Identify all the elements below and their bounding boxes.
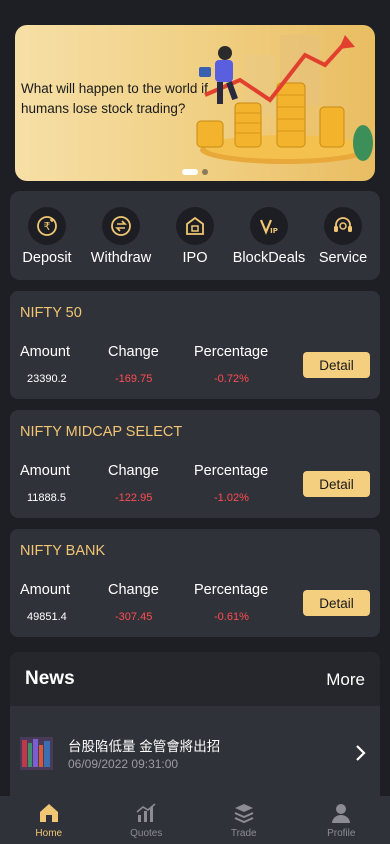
tab-label: Profile bbox=[327, 828, 356, 839]
news-title: News bbox=[25, 668, 75, 689]
percentage-header: Percentage bbox=[194, 463, 269, 479]
quick-item-service[interactable]: Service bbox=[307, 207, 379, 266]
change-header: Change bbox=[108, 463, 159, 479]
tab-label: Quotes bbox=[130, 828, 163, 839]
user-icon bbox=[332, 804, 351, 823]
bottom-tab-bar: Home Quotes Trade Profile bbox=[0, 796, 390, 844]
vip-icon: IP bbox=[250, 207, 288, 245]
change-value: -307.45 bbox=[115, 611, 153, 623]
news-more-link[interactable]: More bbox=[326, 670, 365, 690]
percentage-header: Percentage bbox=[194, 582, 269, 598]
change-header: Change bbox=[108, 344, 159, 360]
tab-trade[interactable]: Trade bbox=[195, 796, 293, 844]
amount-value: 49851.4 bbox=[27, 611, 67, 623]
svg-text:₹: ₹ bbox=[44, 220, 51, 233]
amount-value: 11888.5 bbox=[27, 492, 66, 504]
news-thumbnail bbox=[20, 737, 53, 770]
quick-item-label: Deposit bbox=[22, 250, 72, 266]
banner-pagination bbox=[15, 169, 375, 175]
quick-menu: ₹ Deposit Withdraw IPO IP BlockDeals Ser… bbox=[10, 191, 380, 280]
percentage-header: Percentage bbox=[194, 344, 269, 360]
quick-item-blockdeals[interactable]: IP BlockDeals bbox=[233, 207, 305, 266]
index-card-nifty-bank: NIFTY BANK Amount Change Percentage 4985… bbox=[10, 529, 380, 637]
index-name: NIFTY MIDCAP SELECT bbox=[20, 424, 183, 440]
amount-value: 23390.2 bbox=[27, 373, 67, 385]
percentage-value: -0.61% bbox=[214, 611, 249, 623]
withdraw-icon bbox=[102, 207, 140, 245]
deposit-icon: ₹ bbox=[28, 207, 66, 245]
index-name: NIFTY BANK bbox=[20, 543, 106, 559]
ipo-icon bbox=[176, 207, 214, 245]
promo-banner[interactable]: What will happen to the world if humans … bbox=[15, 25, 375, 181]
percentage-value: -0.72% bbox=[214, 373, 249, 385]
quick-item-label: Service bbox=[318, 250, 368, 266]
tab-label: Home bbox=[35, 828, 63, 839]
detail-button[interactable]: Detail bbox=[303, 590, 370, 616]
amount-header: Amount bbox=[20, 463, 70, 479]
index-name: NIFTY 50 bbox=[20, 305, 82, 321]
tab-quotes[interactable]: Quotes bbox=[98, 796, 196, 844]
chevron-right-icon bbox=[356, 745, 366, 761]
quick-item-label: BlockDeals bbox=[232, 250, 306, 266]
news-list-item[interactable]: 台股陷低量 金管會將出招 06/09/2022 09:31:00 bbox=[10, 706, 380, 796]
stock-illustration bbox=[196, 35, 373, 164]
quick-item-deposit[interactable]: ₹ Deposit bbox=[11, 207, 83, 266]
change-value: -169.75 bbox=[115, 373, 153, 385]
tab-label: Trade bbox=[230, 828, 257, 839]
news-headline: 台股陷低量 金管會將出招 bbox=[68, 739, 221, 754]
detail-button[interactable]: Detail bbox=[303, 471, 370, 497]
tab-profile[interactable]: Profile bbox=[293, 796, 390, 844]
change-value: -122.95 bbox=[115, 492, 153, 504]
amount-header: Amount bbox=[20, 582, 70, 598]
layers-icon bbox=[234, 804, 254, 824]
index-card-nifty-50: NIFTY 50 Amount Change Percentage 23390.… bbox=[10, 291, 380, 399]
index-card-nifty-midcap-select: NIFTY MIDCAP SELECT Amount Change Percen… bbox=[10, 410, 380, 518]
detail-button[interactable]: Detail bbox=[303, 352, 370, 378]
news-date: 06/09/2022 09:31:00 bbox=[68, 757, 179, 771]
change-header: Change bbox=[108, 582, 159, 598]
tab-home[interactable]: Home bbox=[0, 796, 98, 844]
quick-item-withdraw[interactable]: Withdraw bbox=[85, 207, 157, 266]
quick-item-label: IPO bbox=[182, 250, 208, 266]
home-icon bbox=[39, 804, 58, 822]
chart-icon bbox=[136, 803, 156, 822]
quick-item-label: Withdraw bbox=[90, 250, 152, 266]
percentage-value: -1.02% bbox=[214, 492, 249, 504]
pagination-dot-active[interactable] bbox=[182, 169, 198, 175]
amount-header: Amount bbox=[20, 344, 70, 360]
headset-icon bbox=[324, 207, 362, 245]
news-header: News More bbox=[10, 652, 380, 706]
svg-text:IP: IP bbox=[270, 227, 278, 235]
quick-item-ipo[interactable]: IPO bbox=[159, 207, 231, 266]
pagination-dot[interactable] bbox=[202, 169, 208, 175]
